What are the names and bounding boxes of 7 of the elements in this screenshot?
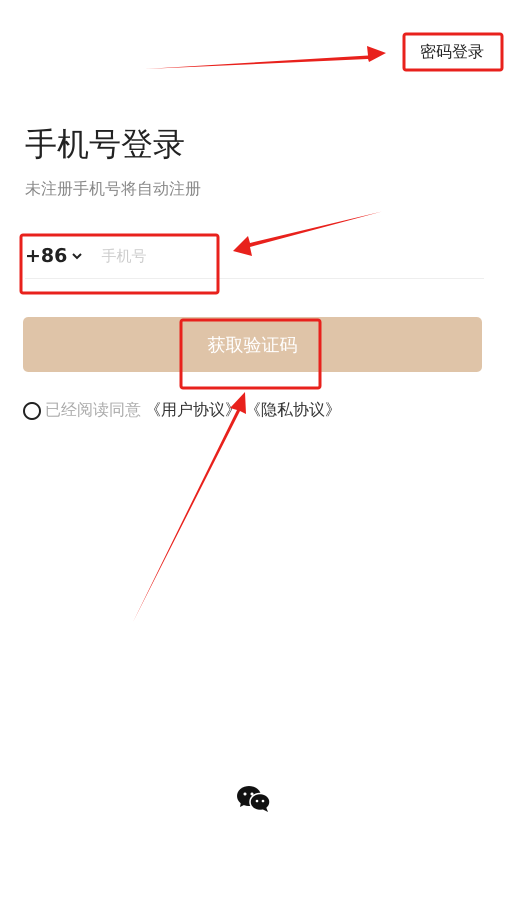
page-title: 手机号登录	[25, 124, 186, 165]
country-code-dropdown[interactable]: +86	[25, 245, 84, 267]
auto-register-hint: 未注册手机号将自动注册	[25, 178, 202, 200]
agreement-text: 已经阅读同意	[45, 400, 141, 421]
password-login-link[interactable]: 密码登录	[416, 40, 488, 64]
agreement-link[interactable]: 《隐私协议》	[245, 400, 341, 421]
agreement-link[interactable]: 《用户协议》	[145, 400, 241, 421]
